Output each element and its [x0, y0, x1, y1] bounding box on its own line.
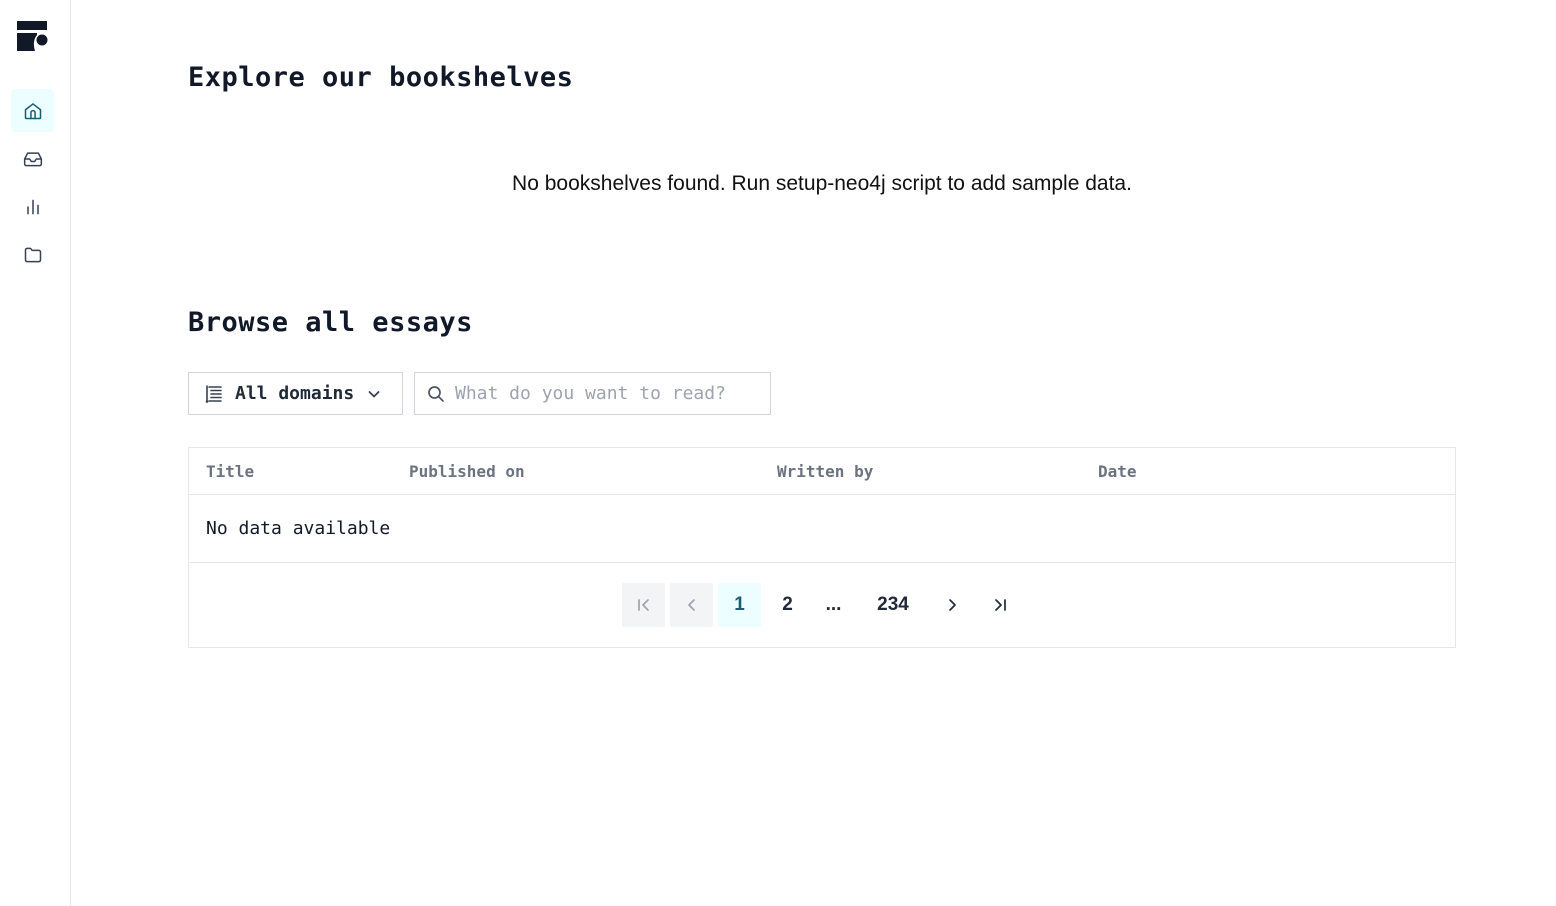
table-header: Title Published on Written by Date	[189, 448, 1455, 495]
column-header-published-on[interactable]: Published on	[409, 462, 525, 481]
chevron-down-icon	[368, 390, 380, 397]
bookshelves-title: Explore our bookshelves	[188, 62, 574, 93]
essays-title: Browse all essays	[188, 307, 473, 338]
page-button-current[interactable]: 1	[718, 583, 761, 627]
bar-chart-icon	[26, 199, 39, 214]
page-button[interactable]: 2	[766, 583, 809, 627]
sidebar-item-analytics[interactable]	[11, 185, 54, 228]
page-button-last-number[interactable]: 234	[868, 583, 918, 627]
domain-filter-label: All domains	[235, 383, 355, 404]
inbox-icon	[23, 151, 42, 166]
home-icon	[24, 102, 41, 119]
search-icon	[428, 385, 444, 402]
domain-filter-select[interactable]: All domains	[188, 372, 403, 415]
bookshelves-empty-message: No bookshelves found. Run setup-neo4j sc…	[512, 172, 1132, 195]
chevrons-first-icon	[637, 599, 649, 611]
table-row: No data available	[189, 495, 1455, 563]
essay-search[interactable]	[414, 372, 771, 415]
sidebar-item-folders[interactable]	[11, 233, 54, 276]
app-logo[interactable]	[15, 19, 49, 53]
column-header-date[interactable]: Date	[1098, 462, 1137, 481]
last-page-button[interactable]	[978, 583, 1021, 627]
essays-table: Title Published on Written by Date No da…	[188, 447, 1456, 648]
chevron-right-icon	[948, 599, 956, 611]
next-page-button[interactable]	[930, 583, 973, 627]
page-ellipsis: ...	[825, 594, 842, 615]
table-empty-message: No data available	[206, 518, 391, 539]
search-input[interactable]	[455, 383, 765, 404]
sidebar-item-home[interactable]	[11, 89, 54, 132]
column-header-title[interactable]: Title	[206, 462, 254, 481]
column-header-written-by[interactable]: Written by	[777, 462, 873, 481]
prev-page-button[interactable]	[670, 583, 713, 627]
list-filter-icon	[205, 384, 222, 403]
sidebar-item-inbox[interactable]	[11, 137, 54, 180]
folder-icon	[24, 247, 41, 262]
sidebar	[0, 0, 71, 906]
chevron-left-icon	[687, 599, 695, 611]
first-page-button[interactable]	[622, 583, 665, 627]
chevrons-last-icon	[994, 599, 1006, 611]
